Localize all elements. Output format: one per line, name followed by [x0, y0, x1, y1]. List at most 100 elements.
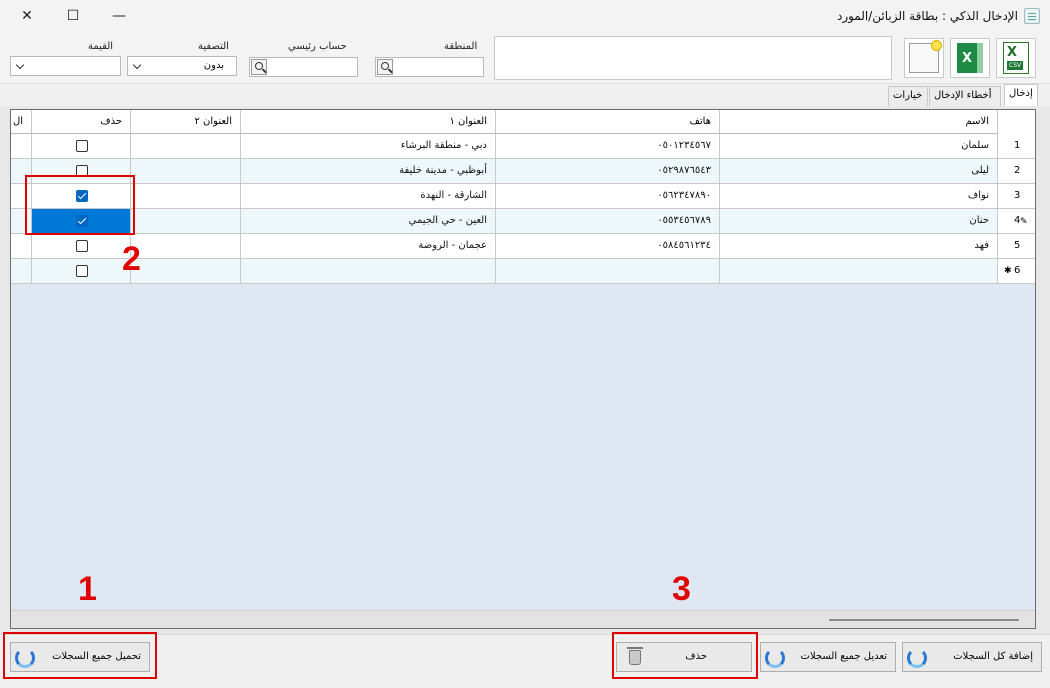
cell-num[interactable]: 4 ✎	[997, 209, 1035, 234]
value-label: القيمة	[88, 41, 114, 52]
refresh-icon	[907, 648, 927, 668]
scrollbar-thumb[interactable]	[829, 619, 1019, 621]
cell-address2[interactable]	[130, 209, 240, 234]
value-select[interactable]	[10, 56, 121, 76]
records-grid[interactable]: الاسم هاتف العنوان ١ العنوان ٢ حذف ال 1 س…	[10, 109, 1036, 629]
toolbar: X CSV X المنطقة حساب رئيسي التصفية بدون …	[0, 32, 1050, 84]
delete-checkbox[interactable]	[76, 140, 88, 152]
column-header-delete[interactable]: حذف	[31, 110, 130, 134]
main-account-label: حساب رئيسي	[288, 41, 347, 52]
region-input[interactable]	[375, 57, 484, 77]
cell-num[interactable]: 1	[997, 134, 1035, 159]
cell-num[interactable]: 2	[997, 159, 1035, 184]
close-icon: ✕	[21, 8, 33, 24]
cell-name[interactable]: نواف	[719, 184, 997, 209]
cell-text: أبوظبي - مدينة خليفة	[399, 165, 487, 176]
maximize-button[interactable]: ☐	[50, 0, 96, 32]
cell-address2[interactable]	[130, 234, 240, 259]
title-bar: ✕ ☐ — الإدخال الذكي : بطاقة الزبائن/المو…	[0, 0, 1050, 32]
cell-address2[interactable]	[130, 184, 240, 209]
cell-address1[interactable]: أبوظبي - مدينة خليفة	[240, 159, 495, 184]
horizontal-scrollbar[interactable]	[11, 610, 1035, 628]
maximize-icon: ☐	[66, 8, 80, 24]
new-document-button[interactable]	[904, 38, 944, 78]
tab-options[interactable]: خيارات	[888, 86, 928, 106]
add-all-records-button[interactable]: إضافة كل السجلات	[902, 642, 1042, 672]
cell-address1[interactable]: العين - حي الجيمي	[240, 209, 495, 234]
column-header-extra[interactable]: ال	[11, 110, 31, 134]
cell-address2[interactable]	[130, 159, 240, 184]
cell-text: نواف	[967, 190, 989, 201]
cell-name[interactable]: فهد	[719, 234, 997, 259]
cell-text: سلمان	[961, 140, 989, 151]
cell-num[interactable]: 3	[997, 184, 1035, 209]
close-button[interactable]: ✕	[4, 0, 50, 32]
cell-name[interactable]: ليلى	[719, 159, 997, 184]
cell-phone[interactable]: ٠٥٢٩٨٧٦٥٤٣	[495, 159, 719, 184]
tab-input-errors[interactable]: أخطاء الإدخال	[929, 86, 1001, 106]
cell-text: العين - حي الجيمي	[408, 215, 487, 226]
cell-num[interactable]: 5	[997, 234, 1035, 259]
cell-address1[interactable]: الشارقة - النهدة	[240, 184, 495, 209]
cell-address1[interactable]	[240, 259, 495, 284]
column-header-name[interactable]: الاسم	[719, 110, 997, 134]
delete-checkbox[interactable]	[76, 240, 88, 252]
new-row-icon: ✱	[1004, 266, 1012, 276]
row-number: 1	[1014, 140, 1021, 151]
region-search-button[interactable]	[377, 59, 393, 75]
cell-address1[interactable]: عجمان - الروضة	[240, 234, 495, 259]
tab-input[interactable]: إدخال	[1004, 84, 1038, 106]
cell-text: الشارقة - النهدة	[420, 190, 487, 201]
grid-header: الاسم هاتف العنوان ١ العنوان ٢ حذف ال	[11, 110, 1035, 134]
cell-address2[interactable]	[130, 259, 240, 284]
excel-button[interactable]: X	[950, 38, 990, 78]
content-area: الاسم هاتف العنوان ١ العنوان ٢ حذف ال 1 س…	[0, 106, 1050, 634]
notes-box[interactable]	[494, 36, 892, 80]
cell-name[interactable]: سلمان	[719, 134, 997, 159]
main-account-input[interactable]	[249, 57, 358, 77]
cell-text: فهد	[974, 240, 989, 251]
app-icon	[1024, 8, 1040, 24]
column-header-phone[interactable]: هاتف	[495, 110, 719, 134]
main-account-search-button[interactable]	[251, 59, 267, 75]
cell-delete[interactable]	[31, 134, 130, 159]
annotation-box-3	[612, 632, 758, 679]
csv-export-button[interactable]: X CSV	[996, 38, 1036, 78]
cell-extra[interactable]	[11, 234, 31, 259]
annotation-box-1	[3, 632, 157, 679]
minimize-button[interactable]: —	[96, 0, 142, 32]
edit-all-records-button[interactable]: تعديل جميع السجلات	[760, 642, 896, 672]
cell-text: دبي - منطقة البرشاء	[400, 140, 487, 151]
column-header-address1[interactable]: العنوان ١	[240, 110, 495, 134]
cell-text: ٠٥٠١٢٣٤٥٦٧	[657, 140, 711, 151]
cell-name[interactable]: حنان	[719, 209, 997, 234]
cell-phone[interactable]: ٠٥٦٢٣٤٧٨٩٠	[495, 184, 719, 209]
search-icon	[381, 62, 389, 70]
cell-address1[interactable]: دبي - منطقة البرشاء	[240, 134, 495, 159]
cell-extra[interactable]	[11, 259, 31, 284]
delete-checkbox[interactable]	[76, 265, 88, 277]
edit-row-icon: ✎	[1020, 217, 1028, 227]
cell-name[interactable]	[719, 259, 997, 284]
row-header-corner	[997, 110, 1035, 134]
new-document-icon	[909, 40, 942, 73]
column-header-address2[interactable]: العنوان ٢	[130, 110, 240, 134]
cell-phone[interactable]: ٠٥٥٣٤٥٦٧٨٩	[495, 209, 719, 234]
csv-export-icon: X CSV	[1003, 42, 1029, 74]
cell-phone[interactable]	[495, 259, 719, 284]
cell-phone[interactable]: ٠٥٨٤٥٦١٢٣٤	[495, 234, 719, 259]
cell-delete[interactable]	[31, 259, 130, 284]
cell-phone[interactable]: ٠٥٠١٢٣٤٥٦٧	[495, 134, 719, 159]
annotation-number-2: 2	[122, 240, 141, 278]
region-label: المنطقة	[444, 41, 478, 52]
cell-text: ٠٥٥٣٤٥٦٧٨٩	[657, 215, 711, 226]
cell-address2[interactable]	[130, 134, 240, 159]
filter-select[interactable]: بدون	[127, 56, 237, 76]
cell-extra[interactable]	[11, 134, 31, 159]
row-number: 6	[1014, 265, 1021, 276]
cell-num[interactable]: 6 ✱	[997, 259, 1035, 284]
refresh-icon	[765, 648, 785, 668]
cell-delete[interactable]	[31, 234, 130, 259]
minimize-icon: —	[112, 8, 126, 24]
cell-text: ٠٥٢٩٨٧٦٥٤٣	[657, 165, 711, 176]
